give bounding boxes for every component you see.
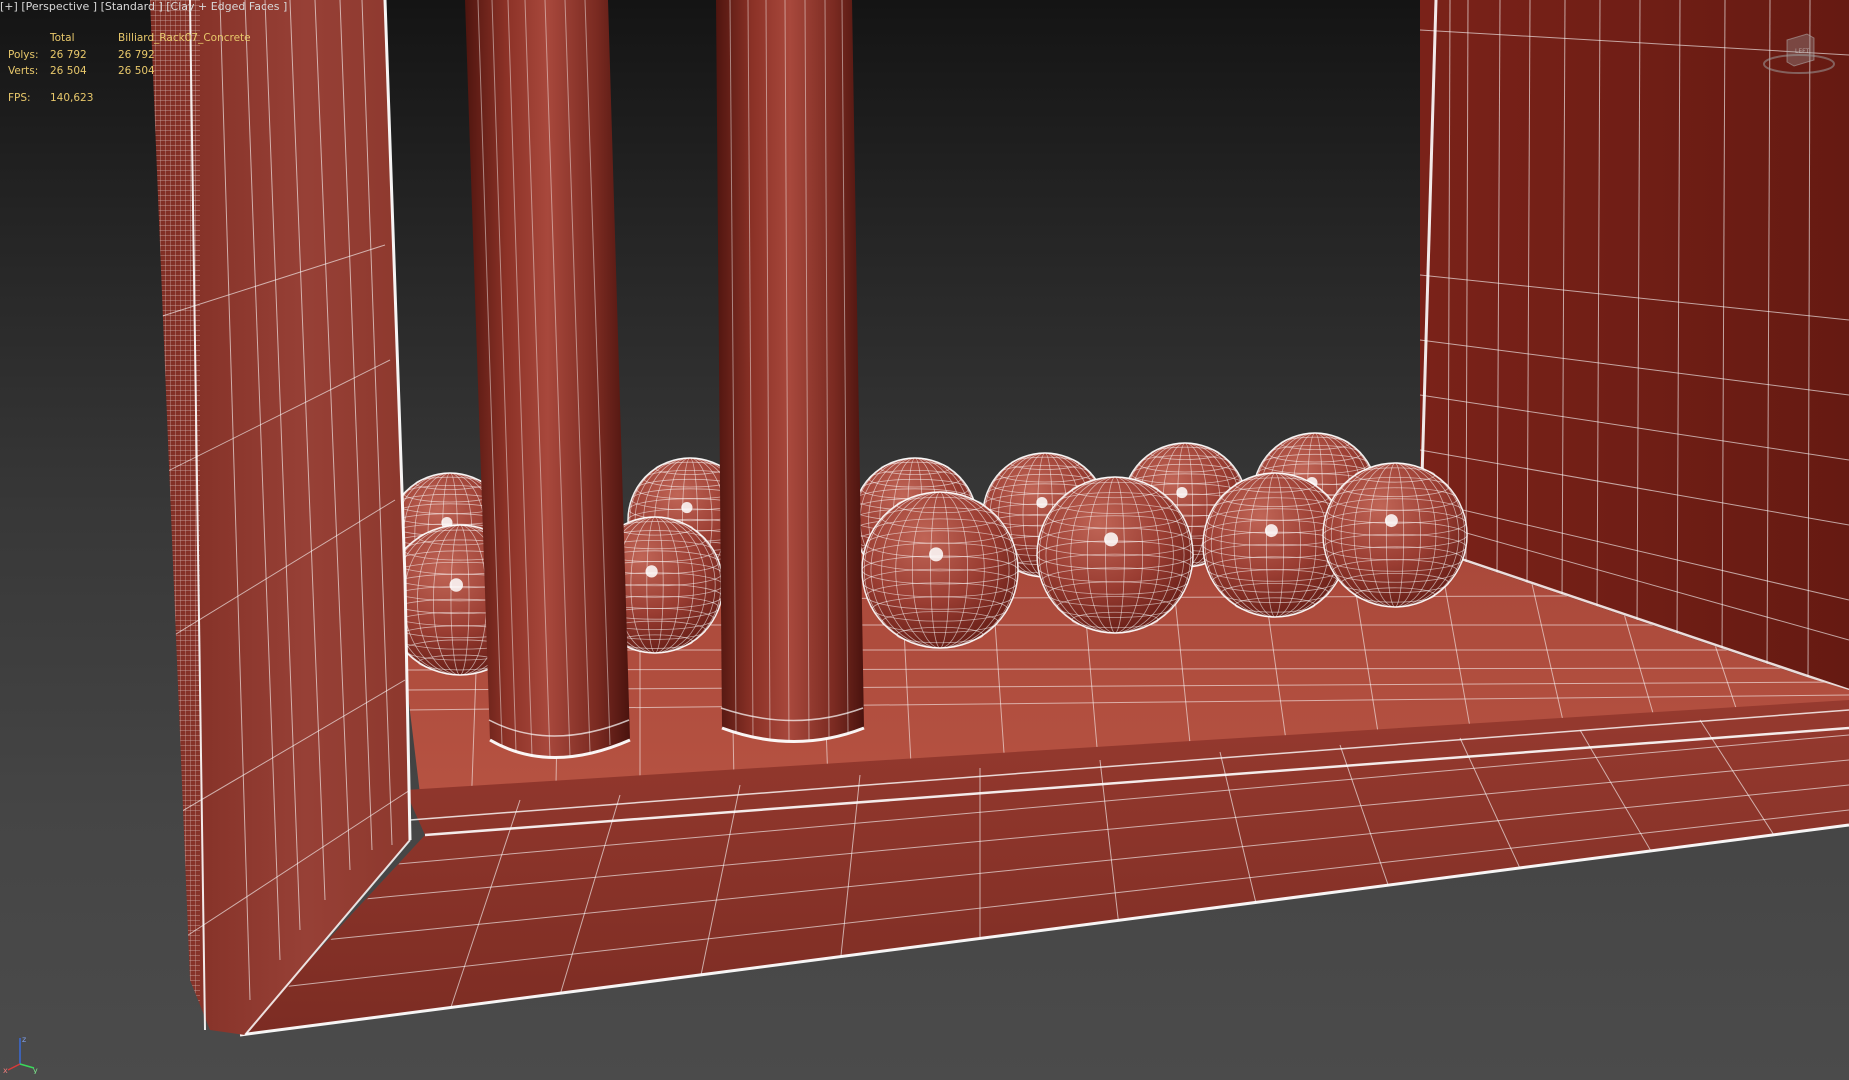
stats-fps-value: 140,623 xyxy=(50,91,94,104)
viewport-shading-preset-menu[interactable]: [Standard ] xyxy=(101,0,163,13)
viewcube-icon[interactable]: LEFT xyxy=(1762,28,1836,78)
viewport-general-menu[interactable]: [+] xyxy=(0,0,18,13)
viewcube-face-label: LEFT xyxy=(1795,48,1809,55)
stats-verts-label: Verts: xyxy=(8,65,39,77)
axis-z-label: z xyxy=(22,1035,26,1044)
stats-polys-selection: 26 792 xyxy=(118,48,155,61)
stats-selection-header: Billiard_Rack07_Concrete xyxy=(118,32,251,44)
billiard-ball[interactable] xyxy=(861,491,1019,649)
stats-fps-label: FPS: xyxy=(8,91,31,104)
stats-verts-selection: 26 504 xyxy=(118,65,155,77)
billiard-ball[interactable] xyxy=(1036,476,1194,634)
viewport-label-menu: [+] [Perspective ] [Standard ] [Clay + E… xyxy=(0,0,287,14)
stats-polys-label: Polys: xyxy=(8,48,39,61)
axis-tripod-icon: z x y xyxy=(3,1035,38,1074)
viewcube-cube[interactable]: LEFT xyxy=(1786,33,1815,67)
viewport-point-of-view-menu[interactable]: [Perspective ] xyxy=(21,0,97,13)
viewport-shading-mode-menu[interactable]: [Clay + Edged Faces ] xyxy=(166,0,287,13)
perspective-viewport[interactable]: [+] [Perspective ] [Standard ] [Clay + E… xyxy=(0,0,1849,1080)
stats-polys-total: 26 792 xyxy=(50,48,87,61)
left-wall[interactable] xyxy=(150,0,412,1040)
scene-render[interactable] xyxy=(0,0,1849,1080)
axis-x-label: x xyxy=(3,1066,8,1074)
rack-post-right[interactable] xyxy=(716,0,865,743)
rack-post-left[interactable] xyxy=(465,0,631,759)
stats-verts-total: 26 504 xyxy=(50,65,87,77)
billiard-ball[interactable] xyxy=(1322,462,1468,608)
stats-total-header: Total xyxy=(50,32,75,44)
axis-y-label: y xyxy=(33,1066,38,1074)
